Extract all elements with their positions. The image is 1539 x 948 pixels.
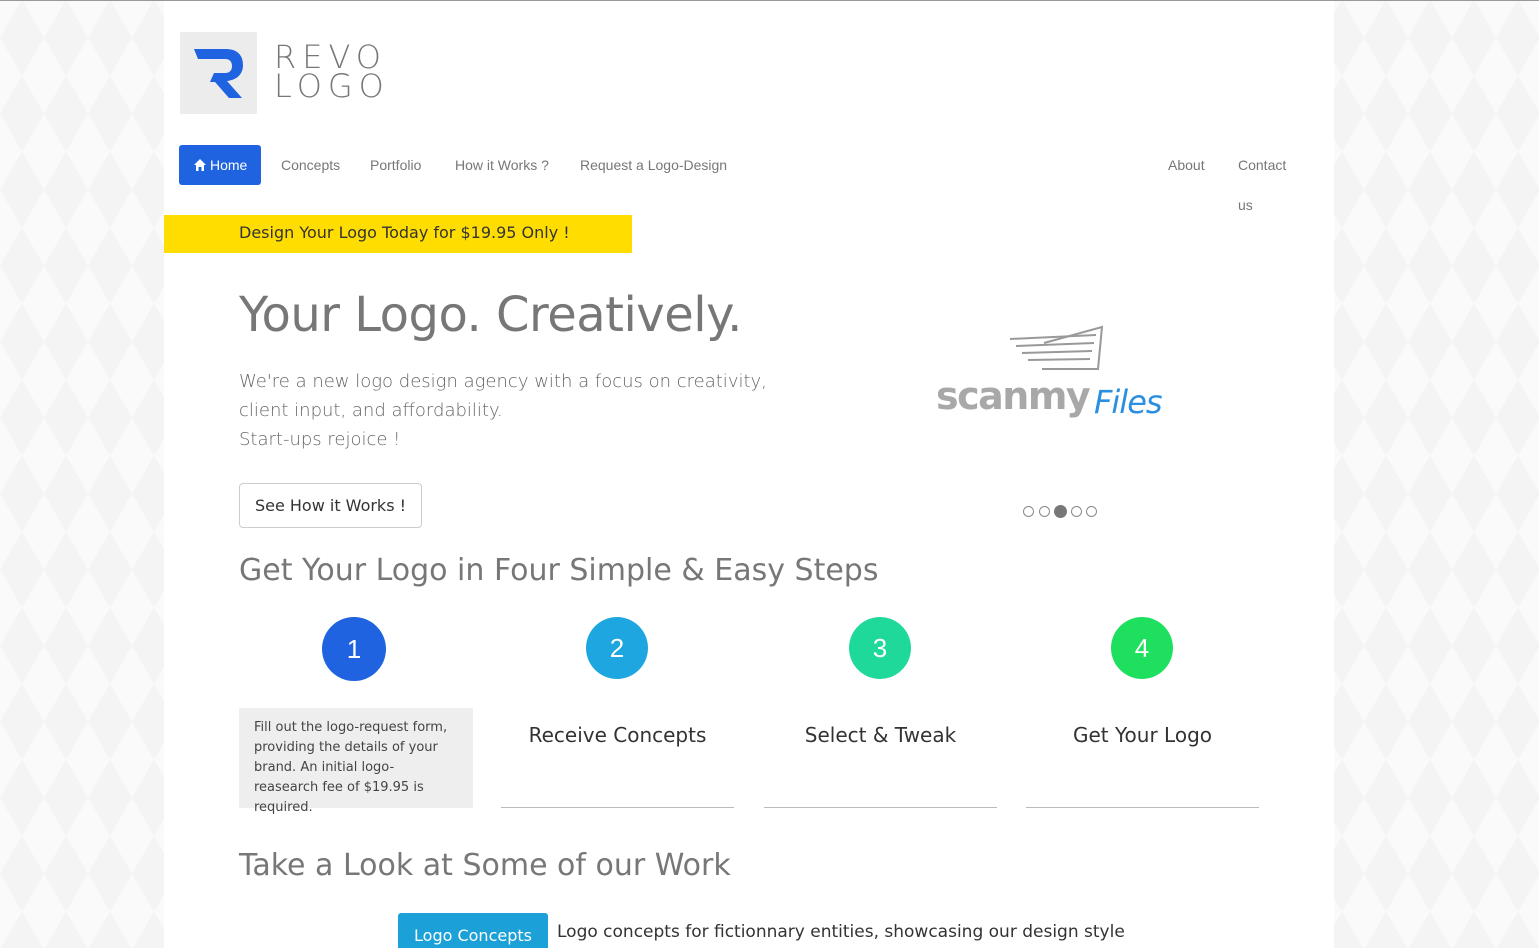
work-heading: Take a Look at Some of our Work [239, 848, 731, 883]
carousel-dot[interactable] [1023, 506, 1034, 517]
scan-beam-icon [1009, 325, 1104, 370]
portfolio-carousel[interactable]: scanmy Files [924, 321, 1214, 431]
step-4-badge: 4 [1111, 617, 1173, 679]
nav-how-it-works[interactable]: How it Works ? [439, 145, 565, 185]
logo-wordmark[interactable]: REVO LOGO [274, 41, 390, 105]
step-2-badge: 2 [586, 617, 648, 679]
nav-home[interactable]: Home [179, 145, 262, 185]
hero-line-3: Start-ups rejoice ! [239, 429, 401, 450]
nav-portfolio[interactable]: Portfolio [354, 145, 437, 185]
page-container: REVO LOGO Home Concepts Portfolio How it… [164, 1, 1334, 948]
promo-banner-text: Design Your Logo Today for $19.95 Only ! [239, 223, 570, 242]
nav-about[interactable]: About [1152, 145, 1221, 185]
carousel-dot[interactable] [1086, 506, 1097, 517]
step-4-label[interactable]: Get Your Logo [1026, 723, 1259, 747]
hero-title: Your Logo. Creatively. [239, 287, 742, 343]
home-icon [194, 159, 206, 171]
carousel-slide-text-a: scanmy [936, 374, 1091, 418]
nav-request[interactable]: Request a Logo-Design [564, 145, 743, 185]
hero-line-1: We're a new logo design agency with a fo… [239, 371, 767, 392]
step-3-divider [764, 807, 997, 808]
logo-line-2: LOGO [274, 67, 390, 105]
nav-home-label: Home [210, 157, 248, 173]
logo-mark[interactable] [180, 32, 257, 114]
carousel-dot-active[interactable] [1054, 505, 1067, 518]
step-2-label[interactable]: Receive Concepts [501, 723, 734, 747]
step-1-badge: 1 [322, 617, 386, 681]
main-nav: Home Concepts Portfolio How it Works ? R… [179, 145, 1319, 213]
steps-heading: Get Your Logo in Four Simple & Easy Step… [239, 553, 879, 588]
nav-concepts[interactable]: Concepts [265, 145, 356, 185]
hero-line-2: client input, and affordability. [239, 400, 503, 421]
carousel-slide-logo: scanmy Files [936, 325, 1163, 421]
promo-banner: Design Your Logo Today for $19.95 Only ! [164, 215, 632, 253]
logo-concepts-button[interactable]: Logo Concepts [398, 913, 548, 948]
carousel-dot[interactable] [1039, 506, 1050, 517]
carousel-slide-text-b: Files [1094, 383, 1162, 421]
step-3-label[interactable]: Select & Tweak [764, 723, 997, 747]
logo-r-icon [194, 49, 243, 98]
step-3-badge: 3 [849, 617, 911, 679]
nav-contact[interactable]: Contact us [1222, 145, 1319, 213]
see-how-it-works-button[interactable]: See How it Works ! [239, 483, 422, 528]
carousel-dot[interactable] [1071, 506, 1082, 517]
hero-description: We're a new logo design agency with a fo… [239, 367, 779, 454]
step-2-divider [501, 807, 734, 808]
step-4-divider [1026, 807, 1259, 808]
step-1-description: Fill out the logo-request form, providin… [239, 708, 473, 815]
logo-concepts-description: Logo concepts for fictionnary entities, … [557, 922, 1125, 942]
